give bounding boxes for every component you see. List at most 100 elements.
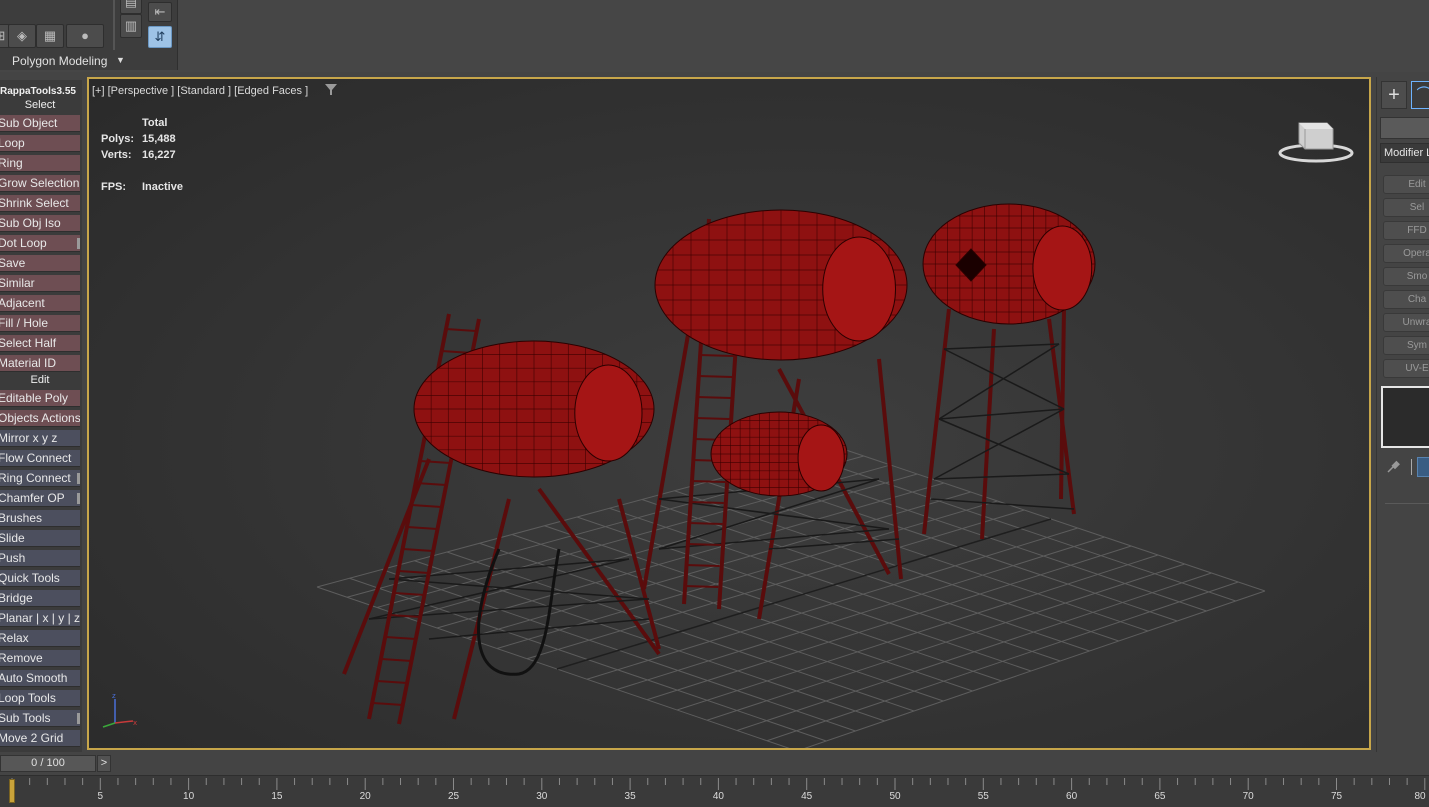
tool-adjacent[interactable]: Adjacent [0,295,80,312]
tool-material-id[interactable]: Material ID [0,355,80,372]
layer-icon[interactable]: ▤ [120,0,142,14]
tool-ring-connect[interactable]: Ring Connect [0,470,80,487]
modifier-button-uv-e[interactable]: UV-E [1383,359,1429,378]
modifier-button-opera[interactable]: Opera [1383,244,1429,263]
expand-handle-icon[interactable] [77,238,80,249]
tool-sub-tools[interactable]: Sub Tools [0,710,80,727]
ladder-rung [411,504,442,508]
tool-select-half[interactable]: Select Half [0,335,80,352]
grid-line [676,554,1159,711]
tool-remove[interactable]: Remove [0,650,80,667]
tool-mirror-x-y-z[interactable]: Mirror x y z [0,430,80,447]
section-header-select: Select [24,99,56,111]
tool-shrink-select[interactable]: Shrink Select [0,195,80,212]
right-tank [922,203,1096,325]
viewcube-icon[interactable] [1277,115,1355,165]
tool-label: Dot Loop [0,236,47,250]
ladder-rung [372,702,403,706]
tool-brushes[interactable]: Brushes [0,510,80,527]
tool-move-2-grid[interactable]: Move 2 Grid [0,730,80,747]
ladder-rung [398,570,429,574]
tool-quick-tools[interactable]: Quick Tools [0,570,80,587]
expand-handle-icon[interactable] [77,473,80,484]
modifier-button-sym[interactable]: Sym [1383,336,1429,355]
expand-handle-icon[interactable] [77,713,80,724]
modify-tab-icon[interactable]: ⌒ [1411,81,1429,109]
timeline-track[interactable]: 5 10 15 20 25 30 35 40 45 50 55 60 65 70 75 80 [0,775,1429,807]
timeline-tick-label: 30 [536,791,548,802]
timeline-tick-label: 5 [97,791,104,802]
stack-icon[interactable]: ▥ [120,14,142,38]
modifier-button-smo[interactable]: Smo [1383,267,1429,286]
filter-icon[interactable] [325,84,337,96]
modifier-button-sel[interactable]: Sel [1383,198,1429,217]
fps-label: FPS: [101,181,127,193]
chevron-down-icon[interactable]: ▼ [116,55,125,65]
command-panel: + ⌒ Modifier List Edit Sel FFD Opera Smo Cha U… [1376,77,1429,752]
pin-stack-icon[interactable] [1385,459,1401,475]
viewport-label[interactable]: [+] [Perspective ] [Standard ] [Edged Fa… [92,85,308,97]
tool-slide[interactable]: Slide [0,530,80,547]
grid-line [706,563,1185,721]
time-marker[interactable] [9,779,15,803]
timeline-tick-label: 80 [1414,791,1426,802]
tank-end-cap [822,236,897,342]
tool-planar-x-y-z[interactable]: Planar | x | y | z [0,610,80,627]
tool-objects-actions[interactable]: Objects Actions [0,410,80,427]
timeline-tick-label: 70 [1242,791,1254,802]
tank-end-cap [797,424,845,492]
object-name-field[interactable] [1380,117,1429,139]
tool-editable-poly[interactable]: Editable Poly [0,390,80,407]
tool-save[interactable]: Save [0,255,80,272]
tool-fill-hole[interactable]: Fill / Hole [0,315,80,332]
tool-label: Ring Connect [0,471,71,485]
cube-select-icon[interactable]: ◈ [8,24,36,48]
tool-auto-smooth[interactable]: Auto Smooth [0,670,80,687]
tool-sub-object[interactable]: Sub Object [0,115,80,132]
tool-label: Loop Tools [0,691,56,705]
modifier-list-dropdown[interactable]: Modifier List [1380,143,1429,163]
tool-label: Similar [0,276,35,290]
ribbon-title[interactable]: Polygon Modeling [12,54,107,68]
tool-dot-loop[interactable]: Dot Loop [0,235,80,252]
create-tab-plus-icon[interactable]: + [1381,81,1407,109]
time-slider[interactable]: 0 / 100 [0,755,96,772]
next-frame-button[interactable]: > [97,755,111,772]
modifier-button-ffd[interactable]: FFD [1383,221,1429,240]
modifier-stack[interactable] [1381,386,1429,448]
mirror-tool-icon[interactable]: ⇵ [148,26,172,48]
cube-grid-icon[interactable]: ▦ [36,24,64,48]
timeline-tick-label: 10 [183,791,195,802]
tool-grow-selection[interactable]: Grow Selection [0,175,80,192]
record-icon[interactable]: ● [66,24,104,48]
show-end-result-icon[interactable] [1417,457,1429,477]
expand-handle-icon[interactable] [77,493,80,504]
tool-chamfer-op[interactable]: Chamfer OP [0,490,80,507]
modifier-button-unwra[interactable]: Unwra [1383,313,1429,332]
tool-label: Move 2 Grid [0,731,64,745]
tool-push[interactable]: Push [0,550,80,567]
tool-bridge[interactable]: Bridge [0,590,80,607]
tool-flow-connect[interactable]: Flow Connect [0,450,80,467]
timeline-tick-label: 65 [1154,791,1166,802]
tool-loop[interactable]: Loop [0,135,80,152]
timeline-tick-label: 45 [801,791,813,802]
tool-ring[interactable]: Ring [0,155,80,172]
ladder-rung [689,501,724,504]
tool-relax[interactable]: Relax [0,630,80,647]
tool-label: Remove [0,651,43,665]
ladder-rung [688,522,723,525]
modifier-button-cha[interactable]: Cha [1383,290,1429,309]
modifier-button-edit[interactable]: Edit [1383,175,1429,194]
rappatools-panel: RappaTools3.55 Select Sub Object Loop Ring… [0,80,82,752]
timeline-tick-label: 50 [889,791,901,802]
panel-divider [1411,459,1412,475]
perspective-viewport[interactable]: [+] [Perspective ] [Standard ] [Edged Fa… [87,77,1371,750]
tool-label: Auto Smooth [0,671,68,685]
tool-similar[interactable]: Similar [0,275,80,292]
tool-loop-tools[interactable]: Loop Tools [0,690,80,707]
tool-sub-obj-iso[interactable]: Sub Obj Iso [0,215,80,232]
align-icon[interactable]: ⇤ [148,2,172,22]
grid-line [736,572,1212,731]
grid-line [616,536,1105,690]
